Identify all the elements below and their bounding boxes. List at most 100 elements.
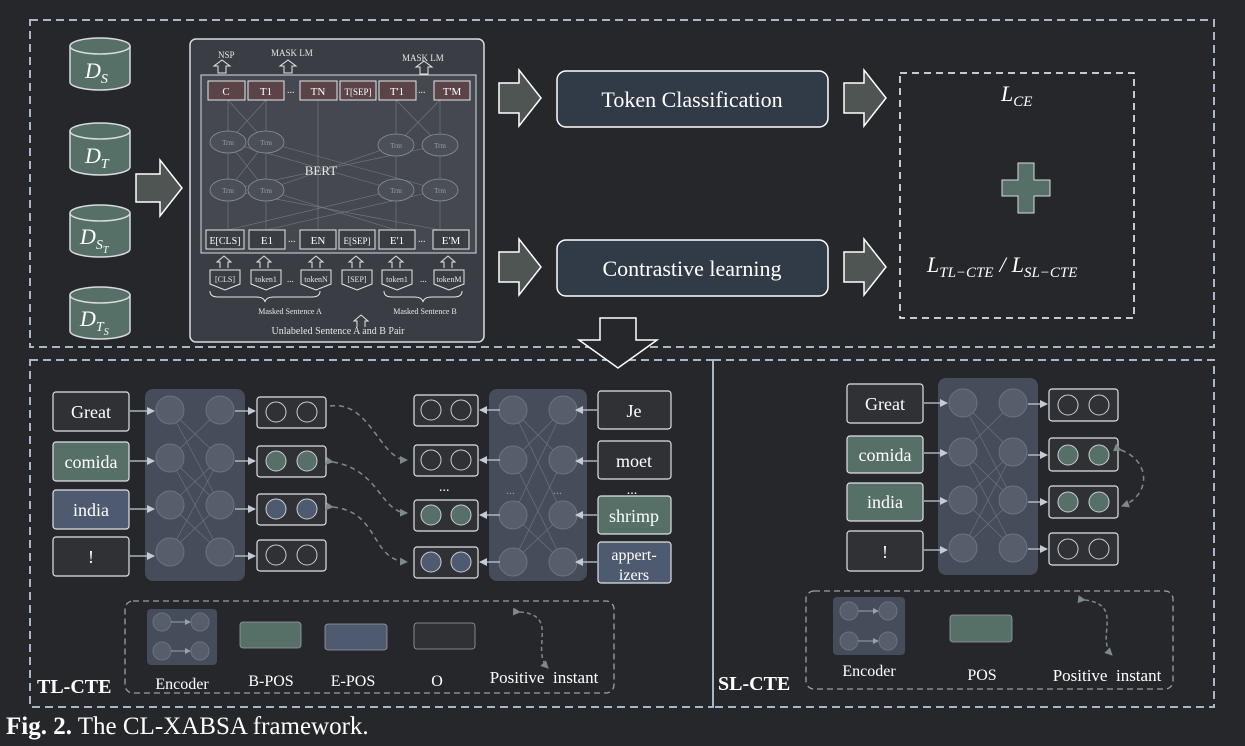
svg-text:Trm: Trm [390, 187, 402, 195]
legend-encoder-icon [147, 609, 217, 665]
svg-text:Trm: Trm [222, 187, 234, 195]
loss-cte: LTL−CTE / LSL−CTE [926, 252, 1077, 281]
bert-input-token: tokenN [304, 275, 328, 284]
bert-embedding-token: E[SEP] [344, 236, 371, 246]
legend-bpos-label: B-POS [248, 673, 293, 690]
datasets-to-bert-arrow [135, 157, 183, 219]
tl-label-box-bpos [413, 499, 479, 532]
svg-text:Trm: Trm [434, 142, 446, 150]
bert-input-token: tokenM [437, 275, 462, 284]
tl-word: izers [619, 567, 649, 584]
legend-positive-curve [512, 607, 549, 669]
token-classification-label: Token Classification [601, 87, 782, 112]
bert-to-contrastive-arrow [498, 236, 542, 298]
legend-o-label: O [431, 673, 443, 690]
svg-text:...: ... [288, 234, 296, 245]
bert-output-token: T1 [260, 86, 272, 98]
legend-epos-label: E-POS [331, 673, 375, 690]
svg-text:...: ... [418, 234, 426, 245]
bert-input-token: token1 [386, 275, 408, 284]
svg-text:Trm: Trm [222, 139, 234, 147]
tl-label-box-epos [256, 493, 327, 526]
svg-text:Trm: Trm [434, 187, 446, 195]
bert-input-token: [CLS] [215, 275, 235, 284]
loss-ce: LCE [1000, 81, 1032, 110]
tl-label-box-epos [413, 546, 479, 579]
positive-instance-curve [325, 456, 408, 517]
plus-icon [1001, 162, 1051, 214]
svg-text:...: ... [418, 85, 426, 96]
tl-label-box-o [413, 394, 479, 427]
svg-text:...: ... [287, 85, 295, 96]
positive-instance-curve [1113, 443, 1145, 508]
dataset-dst: DST [69, 204, 131, 258]
sentence-pair-label: Unlabeled Sentence A and B Pair [271, 326, 405, 337]
caption-text: The CL-XABSA framework. [71, 713, 369, 740]
sl-word: Great [865, 394, 905, 414]
bert-embedding-token: EN [311, 235, 326, 247]
tl-word: appert- [611, 547, 656, 564]
dataset-ds: DS [69, 37, 131, 91]
legend-positive-label: Positive instant [490, 668, 599, 687]
tl-label-box-o [256, 396, 327, 429]
tl-word: Je [627, 401, 642, 421]
tl-word: moet [616, 451, 652, 471]
tl-word: ! [88, 547, 94, 567]
tl-word: comida [65, 452, 118, 472]
bert-embedding-token: E'1 [390, 235, 404, 247]
bert-label: BERT [305, 163, 338, 178]
sl-label-box-o [1048, 532, 1119, 566]
svg-text:Trm: Trm [260, 187, 272, 195]
tl-label-box-bpos [256, 445, 327, 478]
masked-sentence-b-label: Masked Sentence B [393, 307, 457, 316]
svg-text:Trm: Trm [390, 142, 402, 150]
bert-output-token: T[SEP] [345, 87, 372, 97]
legend-positive-label: Positive instant [1053, 666, 1162, 685]
sl-word: ! [882, 542, 888, 562]
to-loss-arrow [843, 67, 887, 129]
sl-word: comida [859, 445, 912, 465]
legend-encoder-icon [833, 597, 905, 655]
positive-instance-curve [325, 502, 408, 566]
bert-output-token: T'M [443, 86, 462, 98]
framework-diagram: DS DT DST DTS NSP MASK LM MASK LM Trm Tr… [29, 19, 1215, 708]
svg-text:...: ... [420, 274, 427, 284]
to-loss-arrow [843, 236, 887, 298]
bert-input-token: token1 [255, 275, 277, 284]
bert-to-token-classification-arrow [498, 67, 542, 129]
figure-caption: Fig. 2. The CL-XABSA framework. [6, 713, 369, 741]
bert-output-token: TN [311, 86, 326, 98]
bert-output-token: C [222, 86, 229, 98]
tl-word: shrimp [609, 506, 659, 526]
legend-positive-curve [1077, 595, 1113, 656]
bert-output-token: T'1 [390, 86, 404, 98]
sl-label-box-pos [1048, 485, 1119, 519]
nsp-label: NSP [218, 50, 235, 60]
sl-label-box-o [1048, 388, 1119, 422]
legend-encoder-label: Encoder [842, 663, 896, 680]
contrastive-learning-label: Contrastive learning [602, 256, 781, 281]
dataset-dt: DT [69, 122, 131, 176]
legend-bpos-swatch [239, 621, 302, 649]
caption-figure-number: Fig. 2. [6, 713, 72, 740]
mask-lm-label: MASK LM [271, 48, 313, 58]
bert-input-token: [SEP] [347, 275, 366, 284]
legend-encoder-label: Encoder [155, 676, 209, 693]
sl-word: india [867, 492, 903, 512]
svg-text:...: ... [287, 274, 294, 284]
tl-label-box-o [413, 444, 479, 477]
legend-pos-label: POS [967, 667, 996, 684]
legend-epos-swatch [324, 623, 388, 651]
svg-text:...: ... [506, 483, 515, 497]
tl-word: Great [71, 402, 111, 422]
sl-cte-title: SL-CTE [718, 673, 790, 695]
legend-o-swatch [413, 622, 476, 650]
sl-label-box-pos [1048, 437, 1119, 472]
svg-text:...: ... [553, 483, 562, 497]
tl-word: ... [627, 483, 638, 498]
bert-embedding-token: E1 [261, 235, 273, 247]
bert-embedding-token: E'M [442, 235, 461, 247]
legend-pos-swatch [949, 614, 1013, 643]
sl-encoder [938, 378, 1038, 575]
bert-pretraining-figure: NSP MASK LM MASK LM Trm Trm Trm Trm Trm Trm [189, 38, 485, 343]
